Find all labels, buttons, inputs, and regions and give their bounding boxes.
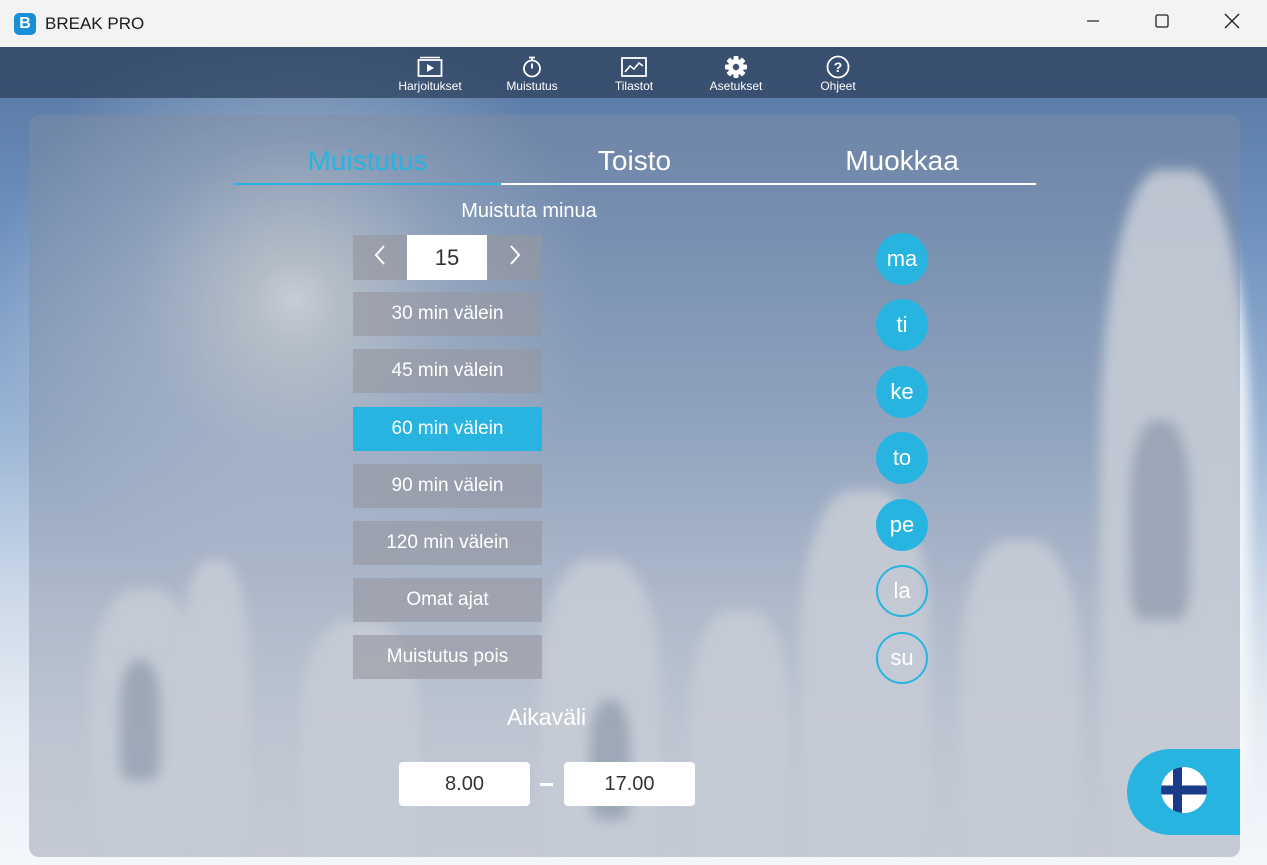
end-time-input[interactable]: 17.00 [564,762,695,806]
day-toggle-ke[interactable]: ke [876,366,928,418]
help-icon: ? [826,55,850,79]
tab-muistutus[interactable]: Muistutus [234,145,501,185]
day-toggle-su[interactable]: su [876,632,928,684]
tab-toisto[interactable]: Toisto [501,145,768,185]
gear-icon [724,56,748,78]
time-range-label: Aikaväli [506,704,587,730]
stepper-increment-button[interactable] [488,235,542,280]
nav-item-ohjeet[interactable]: ? Ohjeet [793,47,883,98]
chevron-right-icon [508,244,522,271]
nav-label: Tilastot [614,79,654,93]
interval-120-button[interactable]: 120 min välein [353,521,542,565]
minimize-icon [1085,13,1101,34]
nav-item-harjoitukset[interactable]: Harjoitukset [385,47,475,98]
active-tab-underline [234,183,501,185]
svg-text:?: ? [834,59,843,75]
stepper-value-input[interactable]: 15 [407,235,487,280]
close-icon [1223,12,1241,35]
app-logo: B [14,13,36,35]
minimize-button[interactable] [1058,0,1128,47]
nav-item-tilastot[interactable]: Tilastot [589,47,679,98]
day-toggle-ma[interactable]: ma [876,233,928,285]
title-bar: B BREAK PRO [0,0,1267,47]
close-button[interactable] [1197,0,1267,47]
stepper-decrement-button[interactable] [353,235,407,280]
settings-panel [29,115,1240,857]
language-button[interactable] [1127,749,1240,835]
main-navigation: Harjoitukset Muistutus Tilastot Asetukse… [0,47,1267,98]
time-range-separator [540,783,553,786]
remind-label: Muistuta minua [461,200,597,222]
day-toggle-la[interactable]: la [876,565,928,617]
tab-muokkaa[interactable]: Muokkaa [768,145,1036,185]
nav-item-asetukset[interactable]: Asetukset [691,47,781,98]
day-toggle-pe[interactable]: pe [876,499,928,551]
interval-45-button[interactable]: 45 min välein [353,349,542,393]
interval-60-button[interactable]: 60 min välein [353,407,542,451]
tab-underline [501,183,1036,185]
nav-label: Harjoitukset [398,79,462,93]
stopwatch-icon [521,56,543,78]
day-toggle-ti[interactable]: ti [876,299,928,351]
nav-label: Muistutus [506,79,558,93]
day-toggle-to[interactable]: to [876,432,928,484]
maximize-icon [1154,13,1170,34]
chevron-left-icon [373,244,387,271]
nav-label: Ohjeet [820,79,856,93]
nav-label: Asetukset [709,79,763,93]
window-title: BREAK PRO [45,14,145,33]
interval-90-button[interactable]: 90 min välein [353,464,542,508]
video-icon [417,56,443,78]
start-time-input[interactable]: 8.00 [399,762,530,806]
reminder-off-button[interactable]: Muistutus pois [353,635,542,679]
finland-flag-icon [1160,766,1208,819]
interval-30-button[interactable]: 30 min välein [353,292,542,336]
chart-icon [621,56,647,78]
custom-times-button[interactable]: Omat ajat [353,578,542,622]
nav-item-muistutus[interactable]: Muistutus [487,47,577,98]
maximize-button[interactable] [1127,0,1197,47]
